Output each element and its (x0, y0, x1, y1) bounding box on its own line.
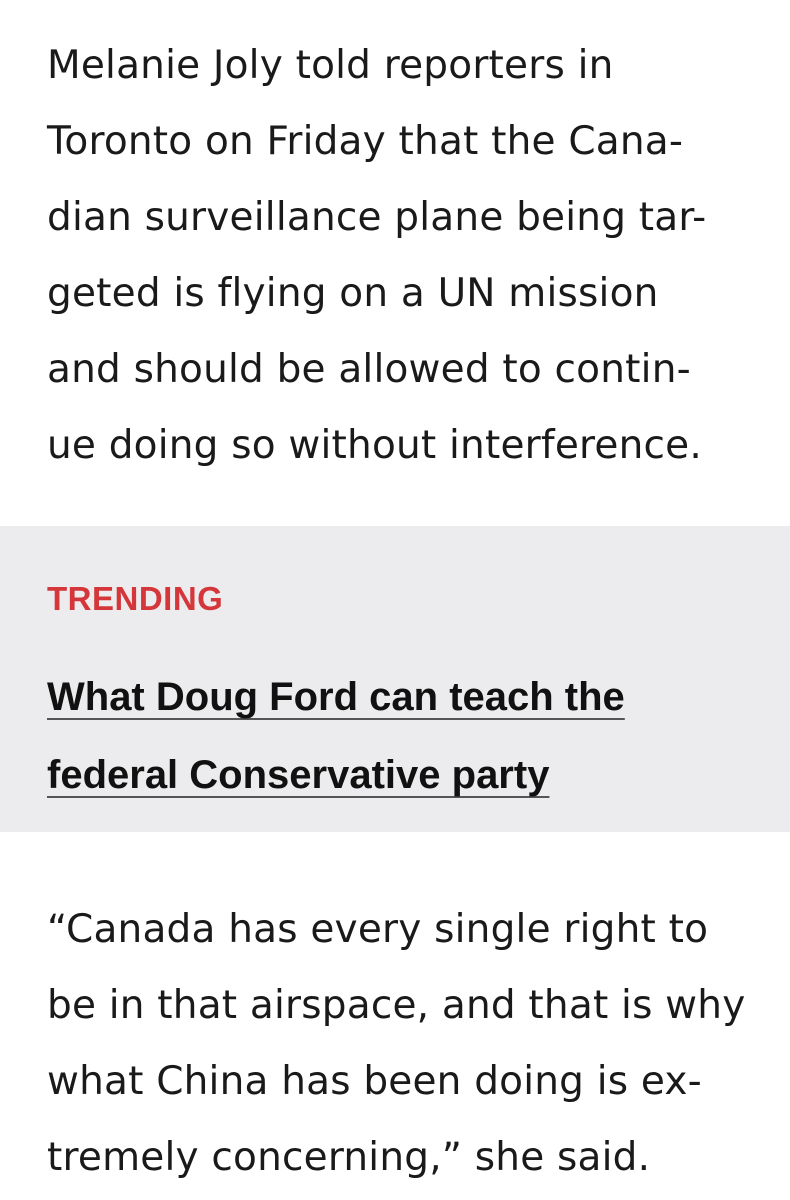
headline-line[interactable]: federal Conservative party (47, 736, 767, 814)
paragraph-line: geted is flying on a UN mission (47, 271, 659, 316)
paragraph-line: ue doing so without interference. (47, 423, 702, 468)
paragraph-line: what China has been doing is ex- (47, 1059, 702, 1104)
trending-headline-link[interactable]: What Doug Ford can teach the federal Con… (47, 658, 767, 814)
article-paragraph: “Canada has every single right to be in … (47, 892, 767, 1196)
trending-box: TRENDING What Doug Ford can teach the fe… (0, 526, 790, 832)
article-paragraph: Melanie Joly told reporters in Toronto o… (47, 28, 767, 484)
paragraph-line: Melanie Joly told reporters in (47, 43, 614, 88)
headline-line[interactable]: What Doug Ford can teach the (47, 658, 767, 736)
paragraph-line: and should be allowed to contin- (47, 347, 691, 392)
trending-label: TRENDING (47, 580, 224, 617)
paragraph-line: be in that airspace, and that is why (47, 983, 746, 1028)
paragraph-line: “Canada has every single right to (47, 907, 709, 952)
paragraph-line: dian surveillance plane being tar- (47, 195, 707, 240)
paragraph-line: Toronto on Friday that the Cana- (47, 119, 684, 164)
paragraph-line: tremely concerning,” she said. (47, 1135, 651, 1180)
